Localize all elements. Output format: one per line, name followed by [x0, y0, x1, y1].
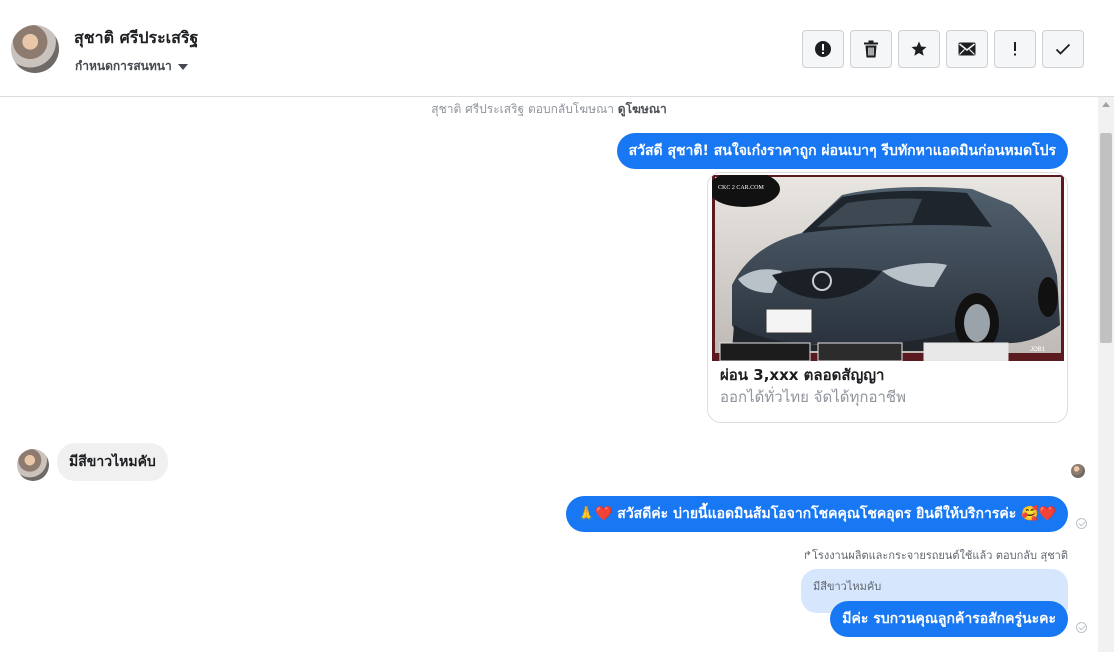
trash-icon: [864, 40, 878, 58]
ad-logo-text: CKC 2 CAR.COM: [718, 185, 764, 191]
reply-label-text: โรงงานผลิตและกระจายรถยนต์ใช้แล้ว ตอบกลับ…: [812, 549, 1068, 562]
conversation-header: สุชาติ ศรีประเสริฐ กำหนดการสนทนา: [0, 0, 1114, 97]
mark-spam-button[interactable]: [802, 30, 844, 68]
incoming-message[interactable]: มีสีขาวไหมคับ: [57, 443, 168, 481]
view-ad-link[interactable]: ดูโฆษณา: [618, 102, 667, 116]
alert-circle-icon: [815, 41, 831, 57]
contact-avatar[interactable]: [11, 25, 59, 73]
message-thread: สุชาติ ศรีประเสริฐ ตอบกลับโฆษณา ดูโฆษณา …: [0, 97, 1098, 652]
contact-name[interactable]: สุชาติ ศรีประเสริฐ: [74, 26, 198, 51]
svg-text:JOB1: JOB1: [1030, 347, 1046, 353]
exclamation-icon: [1014, 42, 1016, 56]
customer-avatar[interactable]: [17, 449, 49, 481]
checkmark-icon: [1055, 43, 1071, 55]
delivered-icon: [1076, 518, 1087, 529]
ad-subtitle: ออกได้ทั่วไทย จัดได้ทุกอาชีพ: [720, 388, 906, 406]
scroll-thumb[interactable]: [1100, 133, 1112, 343]
envelope-icon: [958, 42, 976, 56]
ad-reply-text: สุชาติ ศรีประเสริฐ ตอบกลับโฆษณา: [431, 102, 614, 116]
label-conversation-dropdown[interactable]: กำหนดการสนทนา: [75, 57, 188, 76]
delete-button[interactable]: [850, 30, 892, 68]
ad-card[interactable]: JOB1 CKC 2 CAR.COM ผ่อน 3,xxx ตลอดสัญญา …: [707, 172, 1068, 423]
ad-title[interactable]: ผ่อน 3,xxx ตลอดสัญญา: [720, 363, 884, 387]
star-icon: [911, 41, 927, 56]
scroll-up-arrow-icon[interactable]: [1102, 102, 1110, 107]
follow-up-button[interactable]: [994, 30, 1036, 68]
reply-label: ↱โรงงานผลิตและกระจายรถยนต์ใช้แล้ว ตอบกลั…: [803, 546, 1068, 564]
header-actions: [802, 30, 1084, 68]
outgoing-message[interactable]: สวัสดี สุชาติ! สนใจเก๋งราคาถูก ผ่อนเบาๆ …: [616, 133, 1068, 169]
outgoing-message[interactable]: มีค่ะ รบกวนคุณลูกค้ารอสักครู่นะคะ: [830, 601, 1068, 637]
mark-done-button[interactable]: [1042, 30, 1084, 68]
delivered-icon: [1076, 622, 1087, 633]
star-button[interactable]: [898, 30, 940, 68]
outgoing-message[interactable]: 🙏❤️ สวัสดีค่ะ บ่ายนี้แอดมินส้มโอจากโชคคุ…: [565, 496, 1068, 532]
mark-unread-button[interactable]: [946, 30, 988, 68]
thread-scrollbar[interactable]: [1098, 97, 1114, 652]
read-receipt-avatar: [1071, 464, 1085, 478]
reply-arrow-icon: ↱: [802, 549, 812, 562]
car-photo-illustration: JOB1: [712, 175, 1064, 361]
caret-down-icon: [177, 63, 188, 70]
ad-reply-note: สุชาติ ศรีประเสริฐ ตอบกลับโฆษณา ดูโฆษณา: [0, 100, 1098, 119]
label-conversation-text: กำหนดการสนทนา: [75, 59, 172, 73]
ad-car-image[interactable]: JOB1 CKC 2 CAR.COM: [712, 175, 1064, 361]
